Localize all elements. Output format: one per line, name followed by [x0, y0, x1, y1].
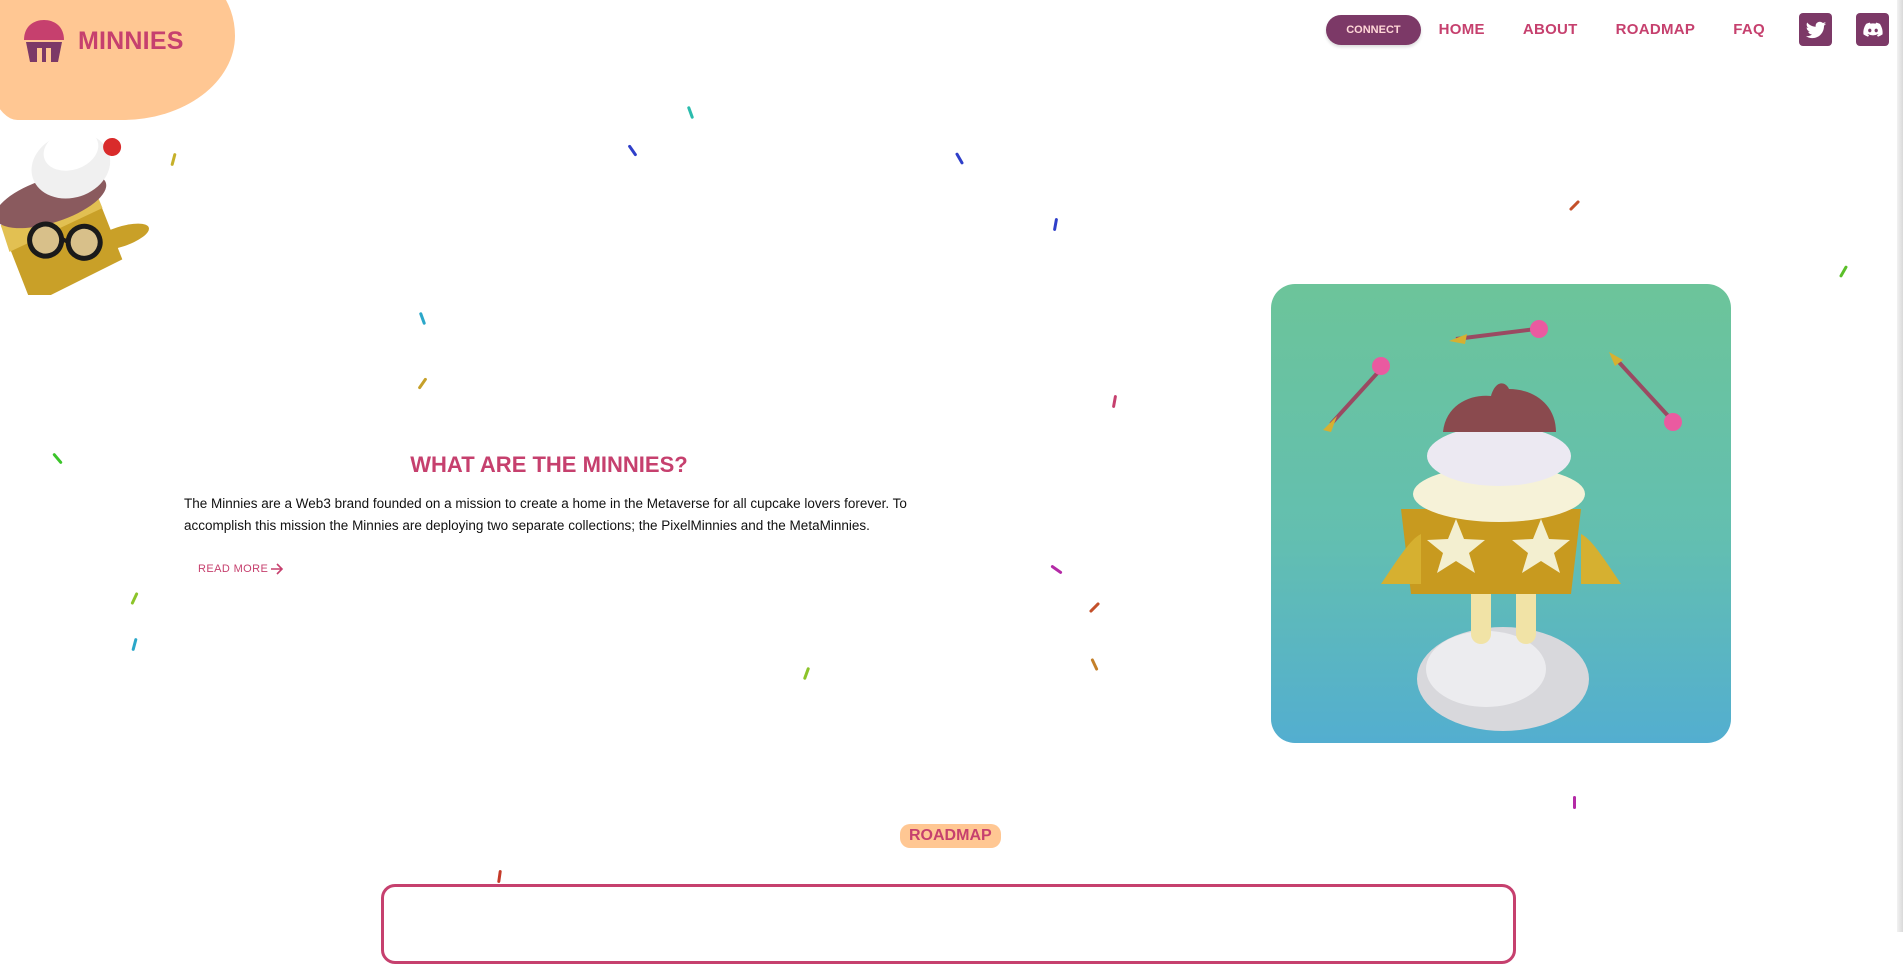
sprinkle	[802, 666, 811, 681]
sprinkle	[417, 377, 428, 390]
mascot-cupcake-image	[0, 128, 149, 295]
intro-paragraph: The Minnies are a Web3 brand founded on …	[184, 496, 907, 533]
sprinkle	[418, 311, 427, 326]
section-title: WHAT ARE THE MINNIES?	[410, 452, 688, 477]
sprinkle	[497, 869, 502, 884]
brand[interactable]: MINNIES	[20, 18, 184, 64]
read-more-link[interactable]: READ MORE	[198, 563, 284, 575]
cupcake-icon	[24, 20, 64, 62]
twitter-button[interactable]	[1799, 13, 1832, 46]
read-more-label: READ MORE	[198, 563, 269, 575]
sprinkle	[1090, 657, 1099, 672]
discord-icon	[1862, 22, 1883, 37]
sprinkle	[130, 591, 139, 606]
roadmap-badge: ROADMAP	[900, 824, 1001, 848]
sprinkle	[1111, 394, 1118, 409]
brand-name: MINNIES	[78, 26, 184, 55]
sprinkle	[1573, 796, 1576, 809]
sprinkle	[131, 637, 138, 652]
twitter-icon	[1805, 21, 1826, 38]
roadmap-container	[381, 884, 1516, 964]
sprinkle	[627, 144, 638, 157]
nav-about[interactable]: ABOUT	[1523, 21, 1578, 38]
sprinkle	[52, 452, 63, 465]
nav-roadmap[interactable]: ROADMAP	[1616, 21, 1696, 38]
scrollbar[interactable]	[1897, 0, 1903, 932]
main-nav: CONNECT HOME ABOUT ROADMAP FAQ	[1326, 13, 1889, 46]
sprinkle	[170, 152, 177, 167]
nav-faq[interactable]: FAQ	[1733, 21, 1765, 38]
sprinkle	[686, 105, 695, 120]
sprinkle	[1088, 601, 1101, 614]
discord-button[interactable]	[1856, 13, 1889, 46]
cupcake-artwork-image	[1271, 284, 1731, 743]
sprinkle	[1838, 265, 1849, 278]
sprinkle	[1050, 564, 1063, 575]
sprinkle	[1052, 217, 1059, 232]
hero-artwork	[1271, 284, 1731, 743]
sprinkle	[1568, 199, 1581, 212]
arrow-right-icon	[271, 563, 284, 575]
nav-home[interactable]: HOME	[1439, 21, 1485, 38]
connect-button[interactable]: CONNECT	[1326, 14, 1421, 45]
sprinkle	[954, 152, 965, 165]
